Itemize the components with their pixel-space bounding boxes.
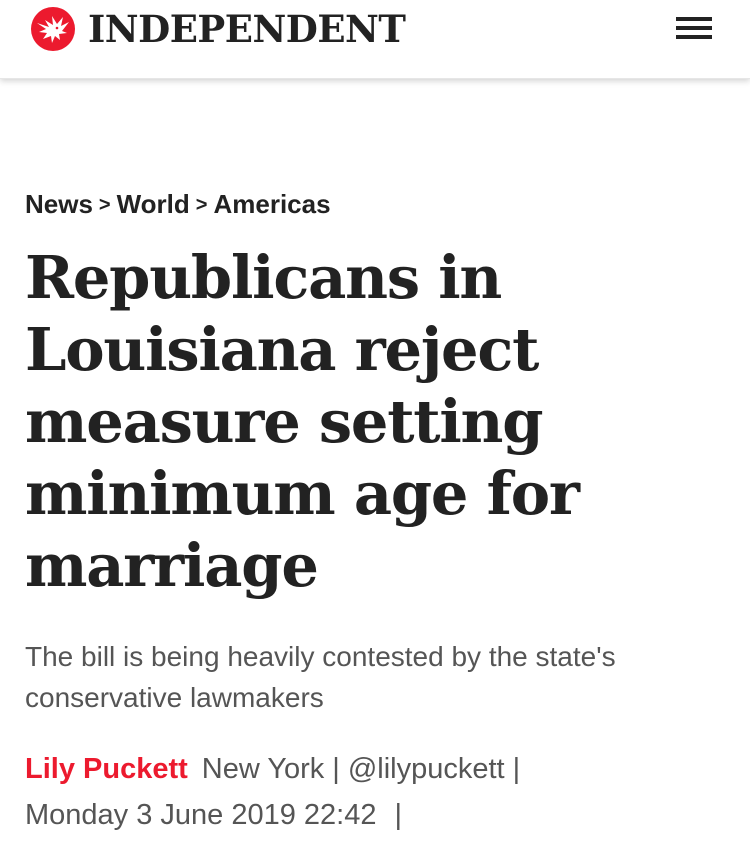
breadcrumb-news[interactable]: News [25, 189, 93, 219]
eagle-icon [31, 7, 75, 51]
site-logo[interactable]: INDEPENDENT [30, 6, 406, 52]
article-standfirst: The bill is being heavily contested by t… [25, 641, 616, 713]
byline-divider: | [512, 753, 521, 785]
article-byline: Lily Puckett New York | @lilypuckett | Monday… [25, 746, 725, 838]
byline-divider: | [394, 799, 403, 831]
twitter-handle-link[interactable]: @lilypuckett [348, 753, 505, 785]
breadcrumb-americas[interactable]: Americas [213, 189, 330, 219]
breadcrumb-world[interactable]: World [117, 189, 190, 219]
logo-wordmark: INDEPENDENT [88, 7, 406, 51]
publish-date: Monday 3 June 2019 22:42 [25, 799, 377, 831]
hamburger-menu-icon[interactable] [672, 14, 714, 44]
article-headline: Republicans in Louisiana reject measure … [25, 243, 580, 600]
byline-location: New York [201, 753, 325, 785]
breadcrumb: News > World > Americas [25, 188, 331, 223]
site-header: INDEPENDENT [0, 0, 750, 79]
byline-divider: | [332, 753, 340, 785]
breadcrumb-separator: > [98, 194, 111, 216]
breadcrumb-separator: > [195, 194, 208, 216]
author-link[interactable]: Lily Puckett [25, 753, 188, 785]
